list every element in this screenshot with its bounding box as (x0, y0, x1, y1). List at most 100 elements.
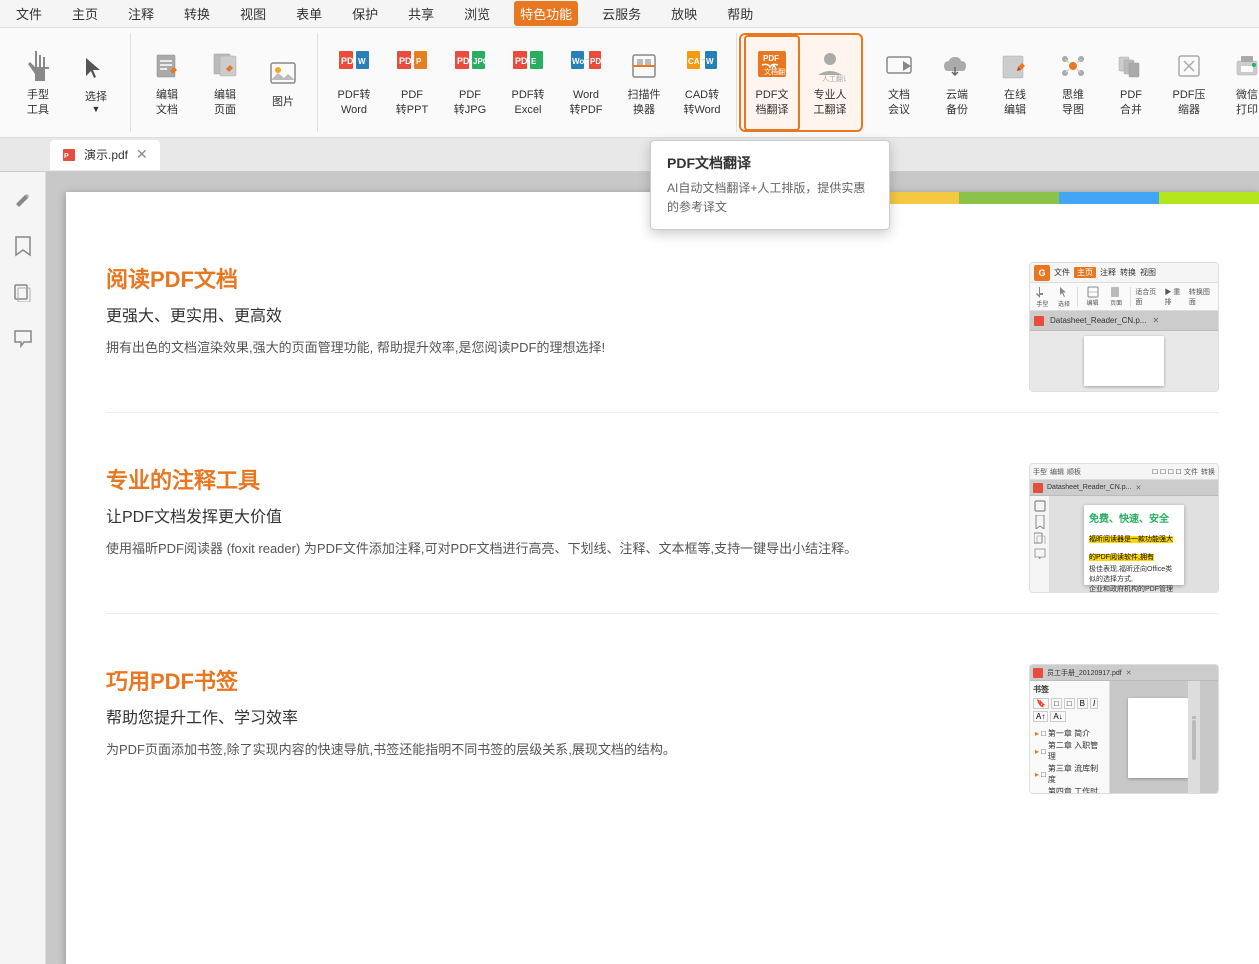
tooltip-title: PDF文档翻译 (667, 153, 873, 173)
section-bookmark-subtitle: 帮助您提升工作、学习效率 (106, 704, 999, 728)
edit-doc-button[interactable]: 编辑文档 (139, 35, 195, 131)
cloud-label: 云端备份 (946, 88, 968, 117)
hand-tool-button[interactable]: 手型工具 (10, 35, 66, 131)
word-pdf-icon: Word → PDF (568, 48, 604, 84)
word-to-pdf-button[interactable]: Word → PDF Word转PDF (558, 35, 614, 131)
mindmap-button[interactable]: 思维导图 (1045, 35, 1101, 131)
tab-label: 演示.pdf (84, 146, 128, 163)
cad-to-word-button[interactable]: CAD → W CAD转转Word (674, 35, 730, 131)
pdf-ppt-icon: PDF → P (394, 48, 430, 84)
pdf-viewer[interactable]: 阅读PDF文档 更强大、更实用、更高效 拥有出色的文档渲染效果,强大的页面管理功… (66, 192, 1259, 964)
pdf-to-word-button[interactable]: PDF → W PDF转Word (326, 35, 382, 131)
pdf-translate-tooltip: PDF文档翻译 AI自动文档翻译+人工排版，提供实惠的参考译文 (650, 140, 890, 230)
pdf-content: 阅读PDF文档 更强大、更实用、更高效 拥有出色的文档渲染效果,强大的页面管理功… (66, 192, 1259, 964)
svg-text:P: P (416, 57, 422, 66)
section-annotate-image: 手型 编辑 顺板 □ □ □ □ 文件 转换 (1029, 463, 1219, 593)
menu-protect[interactable]: 保护 (346, 1, 384, 26)
menu-help[interactable]: 帮助 (721, 1, 759, 26)
section-annotate-subtitle: 让PDF文档发挥更大价值 (106, 503, 999, 527)
tab-close-button[interactable]: ✕ (136, 146, 148, 163)
comment-icon (13, 328, 33, 348)
pdf-excel-icon: PDF → E (510, 48, 546, 84)
tab-bar: P 演示.pdf ✕ (0, 138, 1259, 172)
select-tool-button[interactable]: 选择 ▼ (68, 35, 124, 131)
menu-form[interactable]: 表单 (290, 1, 328, 26)
manual-translate-icon: 人工翻译 (812, 48, 848, 84)
section-annotate-title: 专业的注释工具 (106, 463, 999, 495)
scan-button[interactable]: 扫描件换器 (616, 35, 672, 131)
translate-group: PDF 文档翻译 PDF文档翻译 人工翻译 专业人工翻译 (739, 33, 863, 132)
menu-cloud[interactable]: 云服务 (596, 1, 647, 26)
pdf-to-excel-button[interactable]: PDF → E PDF转Excel (500, 35, 556, 131)
menu-view[interactable]: 视图 (234, 1, 272, 26)
menu-convert[interactable]: 转换 (178, 1, 216, 26)
menu-home[interactable]: 主页 (66, 1, 104, 26)
svg-text:文档翻译: 文档翻译 (764, 67, 788, 76)
section-bookmark-image: 员工手册_20120917.pdf ✕ 书签 🔖 □ □ (1029, 664, 1219, 794)
edit-page-icon (207, 48, 243, 84)
doc-tools-group: 文档会议 云端备份 在线编辑 (865, 33, 1259, 132)
pdf-compress-button[interactable]: PDF压缩器 (1161, 35, 1217, 131)
image-button[interactable]: 图片 (255, 35, 311, 131)
manual-translate-button[interactable]: 人工翻译 专业人工翻译 (802, 35, 858, 131)
online-edit-label: 在线编辑 (1004, 88, 1026, 117)
pdf-translate-label: PDF文档翻译 (756, 88, 789, 117)
menu-features[interactable]: 特色功能 (514, 1, 578, 26)
hand-select-group: 手型工具 选择 ▼ (4, 33, 131, 132)
tab-pdf[interactable]: P 演示.pdf ✕ (50, 140, 160, 170)
svg-text:W: W (358, 57, 366, 66)
band-green (959, 192, 1059, 204)
pdf-merge-icon (1113, 48, 1149, 84)
wechat-print-button[interactable]: 微信打印 (1219, 35, 1259, 131)
edit-page-label: 编辑页面 (214, 88, 236, 117)
pdf-to-jpg-button[interactable]: PDF → JPG PDF转JPG (442, 35, 498, 131)
pdf-word-label: PDF转Word (338, 88, 371, 117)
edit-group: 编辑文档 编辑页面 图片 (133, 33, 318, 132)
pdf-file-icon (1034, 316, 1044, 326)
section-read-subtitle: 更强大、更实用、更高效 (106, 302, 999, 326)
pdf-merge-label: PDF合并 (1120, 88, 1142, 117)
menu-slideshow[interactable]: 放映 (665, 1, 703, 26)
menu-browse[interactable]: 浏览 (458, 1, 496, 26)
section-annotate-text: 专业的注释工具 让PDF文档发挥更大价值 使用福昕PDF阅读器 (foxit r… (106, 463, 999, 593)
sidebar-edit-button[interactable] (5, 182, 41, 218)
sidebar-edit-icon (13, 190, 33, 210)
select-dropdown-icon: ▼ (92, 104, 101, 116)
online-edit-button[interactable]: 在线编辑 (987, 35, 1043, 131)
section-annotate: 专业的注释工具 让PDF文档发挥更大价值 使用福昕PDF阅读器 (foxit r… (106, 443, 1219, 614)
edit-doc-icon (149, 48, 185, 84)
pdf-translate-button[interactable]: PDF 文档翻译 PDF文档翻译 (744, 35, 800, 131)
menu-file[interactable]: 文件 (10, 1, 48, 26)
section-bookmark-title: 巧用PDF书签 (106, 664, 999, 696)
section-bookmark-text: 巧用PDF书签 帮助您提升工作、学习效率 为PDF页面添加书签,除了实现内容的快… (106, 664, 999, 794)
menu-annotation[interactable]: 注释 (122, 1, 160, 26)
menu-bar: 文件 主页 注释 转换 视图 表单 保护 共享 浏览 特色功能 云服务 放映 帮… (0, 0, 1259, 28)
menu-share[interactable]: 共享 (402, 1, 440, 26)
meeting-icon (881, 48, 917, 84)
hand-tool-label: 手型工具 (27, 88, 49, 117)
cad-icon: CAD → W (684, 48, 720, 84)
pdf-to-ppt-button[interactable]: PDF → P PDF转PPT (384, 35, 440, 131)
manual-translate-label: 专业人工翻译 (814, 88, 847, 117)
hand-icon (20, 48, 56, 84)
pdf-merge-button[interactable]: PDF合并 (1103, 35, 1159, 131)
tooltip-desc: AI自动文档翻译+人工排版，提供实惠的参考译文 (667, 179, 873, 217)
word-pdf-label: Word转PDF (570, 88, 603, 117)
main-content: 阅读PDF文档 更强大、更实用、更高效 拥有出色的文档渲染效果,强大的页面管理功… (46, 172, 1259, 964)
sidebar-bookmark-button[interactable] (5, 228, 41, 264)
edit-page-button[interactable]: 编辑页面 (197, 35, 253, 131)
svg-text:PDF: PDF (590, 57, 602, 66)
section-read: 阅读PDF文档 更强大、更实用、更高效 拥有出色的文档渲染效果,强大的页面管理功… (106, 242, 1219, 413)
cloud-backup-button[interactable]: 云端备份 (929, 35, 985, 131)
scan-icon (626, 48, 662, 84)
svg-text:P: P (64, 153, 69, 160)
image-icon (265, 55, 301, 91)
doc-meeting-button[interactable]: 文档会议 (871, 35, 927, 131)
pdf-jpg-label: PDF转JPG (454, 88, 486, 117)
sidebar-pages-button[interactable] (5, 274, 41, 310)
sidebar-comment-button[interactable] (5, 320, 41, 356)
section-read-image: G 文件 主页 注释 转换 视图 手型 (1029, 262, 1219, 392)
svg-text:E: E (531, 57, 537, 66)
band-blue (1059, 192, 1159, 204)
cloud-icon (939, 48, 975, 84)
